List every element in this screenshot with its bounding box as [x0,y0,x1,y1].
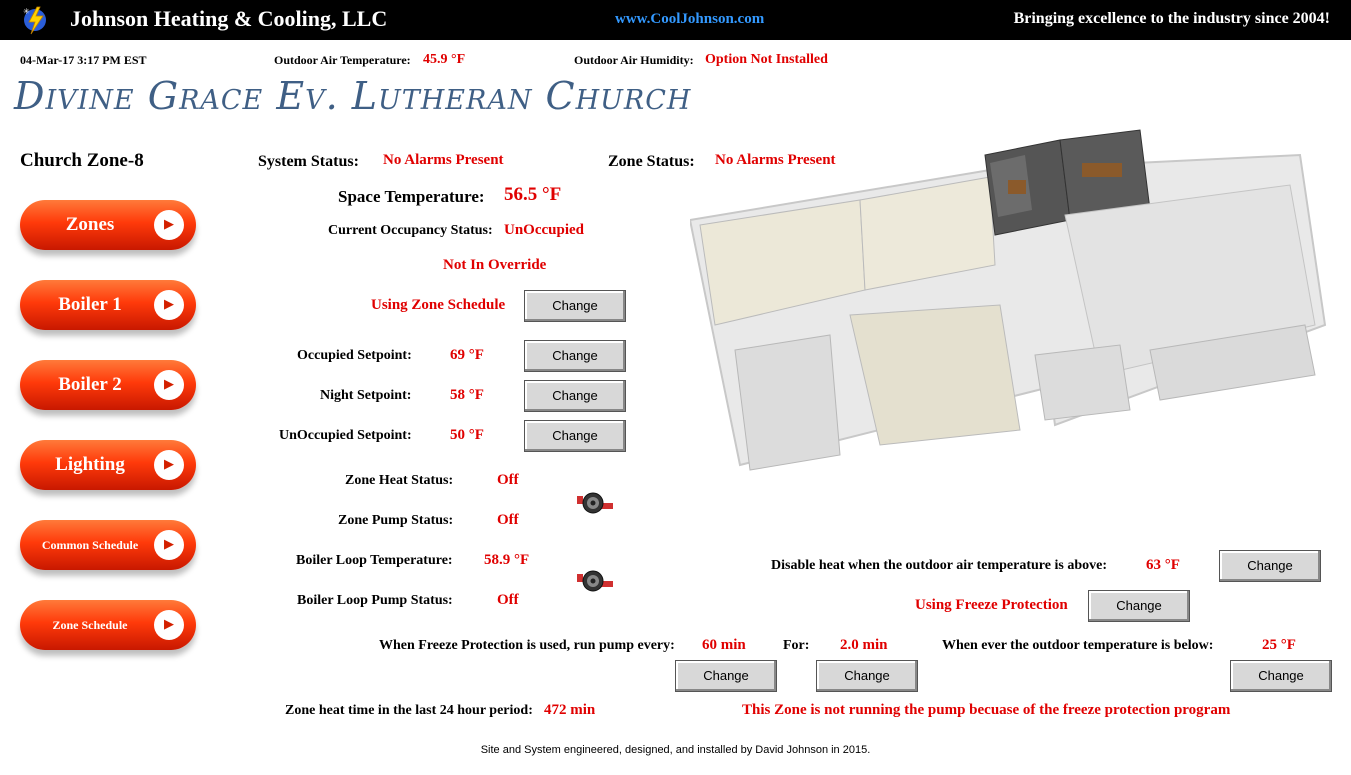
outdoor-temp-label: Outdoor Air Temperature: [274,53,411,67]
freeze-for-label: For: [783,638,810,653]
unoccupied-setpoint-label: UnOccupied Setpoint: [279,428,412,443]
play-arrow-icon: ▶ [154,210,184,240]
change-run-interval-button[interactable]: Change [675,660,777,692]
play-arrow-icon: ▶ [154,450,184,480]
play-arrow-icon: ▶ [154,370,184,400]
play-arrow-icon: ▶ [154,290,184,320]
nav-label: Boiler 2 [58,374,122,395]
nav-label: Zone Schedule [52,618,128,632]
disable-heat-label: Disable heat when the outdoor air temper… [771,558,1107,573]
boiler-loop-pump-icon [577,570,613,592]
change-freeze-temp-button[interactable]: Change [1230,660,1332,692]
company-logo-icon: ✳ [23,6,46,35]
change-occupied-setpoint-button[interactable]: Change [524,340,626,372]
nav-label: Common Schedule [41,538,139,552]
freeze-below-value: 25 °F [1262,637,1296,653]
occupied-setpoint-value: 69 °F [450,347,484,363]
boiler-loop-pump-label: Boiler Loop Pump Status: [297,593,453,608]
datetime: 04-Mar-17 3:17 PM EST [20,53,147,67]
outdoor-humidity-label: Outdoor Air Humidity: [574,53,694,67]
night-setpoint-value: 58 °F [450,387,484,403]
freeze-run-value: 60 min [702,637,746,653]
outdoor-temp-value: 45.9 °F [423,52,466,67]
svg-text:✳: ✳ [23,7,30,16]
nav-lighting-button[interactable]: Lighting ▶ [20,440,196,490]
website-link[interactable]: www.CoolJohnson.com [615,11,764,28]
church-title: Divine Grace Ev. Lutheran Church [14,74,692,118]
play-arrow-icon: ▶ [154,530,184,560]
unoccupied-setpoint-value: 50 °F [450,427,484,443]
freeze-for-value: 2.0 min [840,637,888,653]
disable-heat-value: 63 °F [1146,557,1180,573]
tagline: Bringing excellence to the industry sinc… [1013,10,1330,27]
zone-heat-label: Zone Heat Status: [345,473,454,488]
freeze-run-label: When Freeze Protection is used, run pump… [379,638,675,653]
freeze-message: This Zone is not running the pump becuas… [742,702,1231,718]
header-bar: ✳ Johnson Heating & Cooling, LLC www.Coo… [0,0,1351,40]
zone-pump-icon [577,492,613,514]
zone-heat-value: Off [497,472,519,488]
space-temp-label: Space Temperature: [338,187,485,206]
heat-time-label: Zone heat time in the last 24 hour perio… [285,703,533,718]
boiler-loop-pump-value: Off [497,592,519,608]
system-status-label: System Status: [258,153,359,170]
change-unoccupied-setpoint-button[interactable]: Change [524,420,626,452]
footer-credit: Site and System engineered, designed, an… [480,744,871,756]
nav-common-schedule-button[interactable]: Common Schedule ▶ [20,520,196,570]
zone-pump-value: Off [497,512,519,528]
freeze-below-label: When ever the outdoor temperature is bel… [942,638,1214,653]
zone-status-label: Zone Status: [608,153,695,170]
zone-title: Church Zone-8 [20,150,144,171]
change-run-duration-button[interactable]: Change [816,660,918,692]
nav-label: Boiler 1 [58,294,122,315]
freeze-protection-status: Using Freeze Protection [915,597,1068,613]
change-disable-heat-button[interactable]: Change [1219,550,1321,582]
system-status-value: No Alarms Present [383,152,504,168]
schedule-status: Using Zone Schedule [371,297,506,313]
heat-time-value: 472 min [544,702,596,718]
occupied-setpoint-label: Occupied Setpoint: [297,348,412,363]
change-schedule-button[interactable]: Change [524,290,626,322]
space-temp-value: 56.5 °F [504,184,562,205]
nav-zone-schedule-button[interactable]: Zone Schedule ▶ [20,600,196,650]
nav-boiler2-button[interactable]: Boiler 2 ▶ [20,360,196,410]
occupancy-label: Current Occupancy Status: [328,223,493,238]
floor-plan-image [690,129,1327,471]
zone-pump-label: Zone Pump Status: [338,513,454,528]
change-night-setpoint-button[interactable]: Change [524,380,626,412]
play-arrow-icon: ▶ [154,610,184,640]
nav-label: Zones [65,214,115,235]
night-setpoint-label: Night Setpoint: [320,388,412,403]
nav-zones-button[interactable]: Zones ▶ [20,200,196,250]
outdoor-humidity-value: Option Not Installed [705,52,828,67]
company-name: Johnson Heating & Cooling, LLC [70,6,388,31]
change-freeze-protection-button[interactable]: Change [1088,590,1190,622]
nav-label: Lighting [55,454,125,475]
occupancy-value: UnOccupied [504,222,585,238]
override-status: Not In Override [443,257,547,273]
boiler-loop-temp-value: 58.9 °F [484,552,530,568]
boiler-loop-temp-label: Boiler Loop Temperature: [296,553,453,568]
nav-boiler1-button[interactable]: Boiler 1 ▶ [20,280,196,330]
